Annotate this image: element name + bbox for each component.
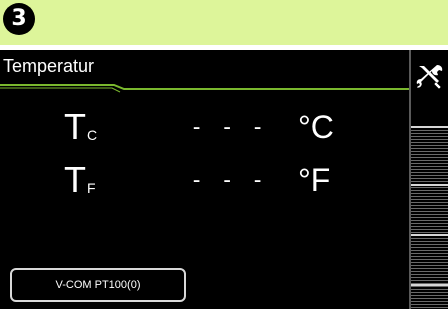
side-softkey-2[interactable] <box>411 126 448 184</box>
temperature-fahrenheit-row: T F - - - °F <box>0 158 405 208</box>
step-banner: 3 <box>0 0 448 45</box>
temperature-value: - - - <box>190 168 267 193</box>
page: 3 Temperatur T C - - - °C T F - - - °F V… <box>0 0 448 309</box>
side-softkey-4[interactable] <box>411 234 448 284</box>
temperature-subscript: C <box>87 127 98 143</box>
temperature-subscript: F <box>87 180 96 196</box>
title-underline <box>0 84 410 93</box>
sensor-select-button[interactable]: V-COM PT100(0) <box>10 268 186 302</box>
temperature-unit: °F <box>298 162 331 198</box>
temperature-value: - - - <box>190 115 267 140</box>
screen-title: Temperatur <box>3 56 95 76</box>
temperature-celsius-row: T C - - - °C <box>0 105 405 155</box>
temperature-symbol: T <box>64 159 86 200</box>
temperature-symbol: T <box>64 106 86 147</box>
side-softkey-3[interactable] <box>411 184 448 234</box>
tools-softkey[interactable] <box>411 50 448 126</box>
side-softkey-panel <box>409 50 448 309</box>
step-number-badge: 3 <box>3 3 35 35</box>
side-softkey-5[interactable] <box>411 284 448 309</box>
tools-icon <box>416 65 443 90</box>
temperature-unit: °C <box>298 109 334 145</box>
device-screen: Temperatur T C - - - °C T F - - - °F V-C… <box>0 50 448 309</box>
